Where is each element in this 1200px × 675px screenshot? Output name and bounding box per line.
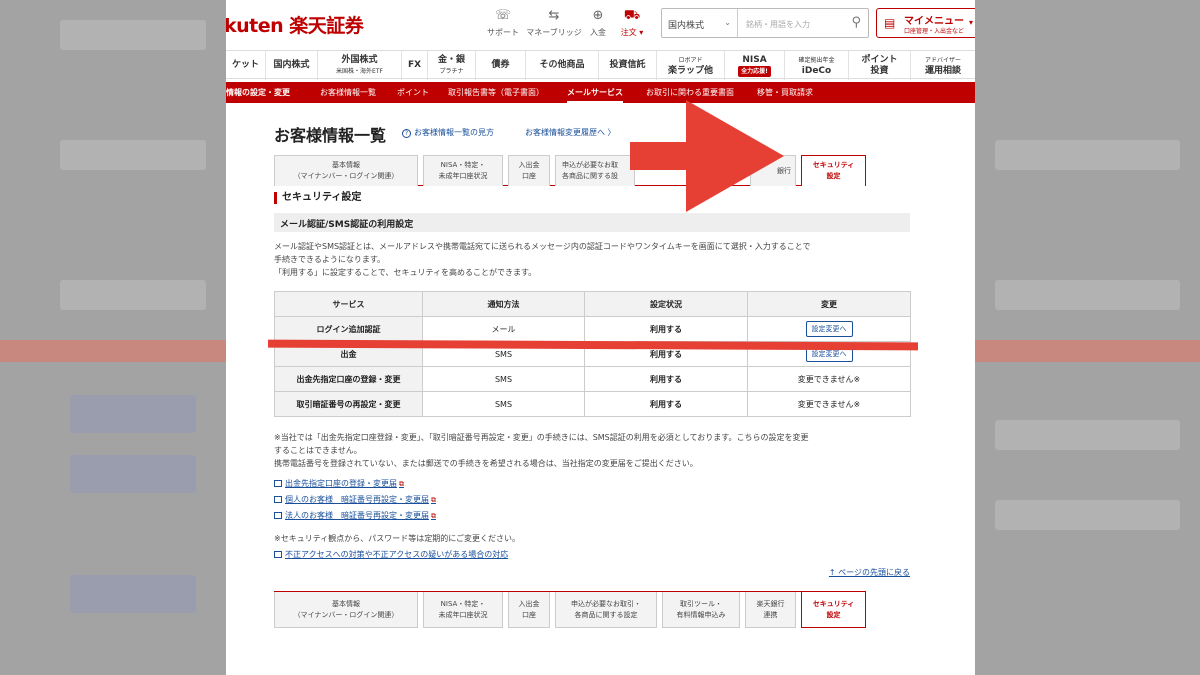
nav-item-ideco[interactable]: 確定拠出年金 iDeCo [785, 51, 849, 80]
col-header-method: 通知方法 [422, 291, 585, 317]
subnav-item-settings[interactable]: 情報の設定・変更 [226, 82, 290, 103]
cart-icon: ⛟ [623, 8, 641, 23]
sms-notes: ※当社では「出金先指定口座登録・変更」、「取引暗証番号再設定・変更」の手続きには… [274, 433, 809, 468]
service-cell: 出金先指定口座の登録・変更 [274, 366, 423, 392]
site-header: kuten 楽天証券 ☏ サポート ⇆ マネーブリッジ ⊕ 入金 ⛟ 注文 ▾ … [226, 0, 975, 44]
col-header-service: サービス [274, 291, 423, 317]
chevron-down-icon: ▾ [968, 18, 973, 27]
nav-item-robo-advisor[interactable]: ロボアド 楽ラップ他 [657, 51, 725, 80]
external-link-icon: ⧉ [431, 512, 436, 520]
status-cell: 利用する [584, 366, 748, 392]
tab-rakuten-bank[interactable]: 楽天銀行 連携 [745, 592, 796, 628]
external-link-icon: ⧉ [431, 496, 436, 504]
nav-item-investment-trusts[interactable]: 投資信託 [599, 51, 657, 80]
my-menu-button[interactable]: ▤ マイメニュー 口座管理・入出金など ▾ [876, 8, 975, 38]
table-header-row: サービス 通知方法 設定状況 変更 [274, 291, 911, 317]
unauthorized-access-link-wrap: 不正アクセスへの対策や不正アクセスの疑いがある場合の対応 [274, 549, 508, 560]
method-cell: メール [422, 316, 585, 342]
document-icon [274, 480, 282, 487]
change-cell: 変更できません※ [747, 391, 911, 417]
search-category-select[interactable]: 国内株式 ⌄ [662, 9, 738, 37]
help-link[interactable]: ? お客様情報一覧の見方 [402, 127, 494, 138]
rakuten-logo[interactable]: kuten 楽天証券 [226, 11, 364, 38]
subnav-item-mail-service[interactable]: メールサービス [567, 82, 623, 103]
link-unauthorized-access[interactable]: 不正アクセスへの対策や不正アクセスの疑いがある場合の対応 [274, 549, 508, 560]
form-links: 出金先指定口座の登録・変更届 ⧉ 個人のお客様 暗証番号再設定・変更届 ⧉ 法人のお… [274, 476, 436, 524]
status-cell: 利用する [584, 316, 748, 342]
change-cell: 変更できません※ [747, 366, 911, 392]
table-row: 取引暗証番号の再設定・変更 SMS 利用する 変更できません※ [274, 391, 911, 417]
tab-deposit-account[interactable]: 入出金 口座 [508, 592, 550, 628]
document-icon: ▤ [884, 16, 896, 30]
web-page: kuten 楽天証券 ☏ サポート ⇆ マネーブリッジ ⊕ 入金 ⛟ 注文 ▾ … [226, 0, 975, 675]
annotation-arrow-icon [630, 100, 784, 212]
blurred-backdrop-left [0, 0, 226, 675]
tab-application-settings[interactable]: 申込が必要なお取引・ 各商品に関する設定 [555, 592, 657, 628]
nav-item-bonds[interactable]: 債券 [476, 51, 526, 80]
document-icon [274, 512, 282, 519]
tab-security[interactable]: セキュリティ 設定 [801, 592, 866, 628]
search-icon[interactable]: ⚲ [851, 15, 861, 30]
tab-application-settings[interactable]: 申込が必要なお取 各商品に関する設 [555, 155, 635, 186]
tab-trading-tools[interactable]: 取引ツール・ 有料情報申込み [662, 592, 740, 628]
link-individual-pin-form[interactable]: 個人のお客様 暗証番号再設定・変更届 ⧉ [274, 492, 436, 508]
col-header-status: 設定状況 [584, 291, 748, 317]
change-settings-button[interactable]: 設定変更へ [805, 321, 853, 337]
main-nav: ケット 国内株式 外国株式 米国株・海外ETF FX 金・銀 プラチナ 債券 その他… [226, 50, 975, 80]
document-icon [274, 496, 282, 503]
tabs-bottom: 基本情報 （マイナンバー・ログイン関連） NISA・特定・ 未成年口座状況 入出金口… [274, 591, 866, 628]
tab-security[interactable]: セキュリティ 設定 [801, 155, 866, 186]
nav-item-gold[interactable]: 金・銀 プラチナ [428, 51, 476, 80]
subsection-heading: メール認証/SMS認証の利用設定 [274, 213, 910, 232]
page-title: お客様情報一覧 [274, 126, 387, 145]
link-corporate-pin-form[interactable]: 法人のお客様 暗証番号再設定・変更届 ⧉ [274, 508, 436, 524]
section-description: メール認証やSMS認証とは、メールアドレスや携帯電話宛てに送られるメッセージ内の… [274, 242, 811, 277]
tab-basic-info[interactable]: 基本情報 （マイナンバー・ログイン関連） [274, 155, 418, 186]
section-heading: セキュリティ設定 [274, 192, 361, 204]
back-to-top-link[interactable]: ↑ ページの先頭に戻る [829, 567, 910, 578]
password-note: ※セキュリティ観点から、パスワード等は定期的にご変更ください。 [274, 534, 521, 543]
blurred-backdrop-right [975, 0, 1200, 675]
auth-settings-table: サービス 通知方法 設定状況 変更 ログイン追加認証 メール 利用する 設定変更… [274, 291, 911, 417]
chevron-down-icon: ⌄ [724, 18, 731, 27]
sub-nav: 情報の設定・変更 お客様情報一覧 ポイント 取引報告書等（電子書面） メールサー… [226, 82, 975, 103]
order-button[interactable]: ⛟ 注文 ▾ [600, 8, 664, 38]
nav-item-foreign-stocks[interactable]: 外国株式 米国株・海外ETF [318, 51, 402, 80]
tab-deposit-account[interactable]: 入出金 口座 [508, 155, 550, 186]
external-link-icon: ⧉ [399, 480, 404, 488]
link-withdrawal-account-form[interactable]: 出金先指定口座の登録・変更届 ⧉ [274, 476, 436, 492]
tab-basic-info[interactable]: 基本情報 （マイナンバー・ログイン関連） [274, 592, 418, 628]
nav-item-fx[interactable]: FX [402, 51, 428, 80]
subnav-item-reports[interactable]: 取引報告書等（電子書面） [448, 82, 544, 103]
search-box: 国内株式 ⌄ 銘柄・用語を入力 ⚲ [661, 8, 869, 38]
change-cell: 設定変更へ [747, 316, 911, 342]
tab-nisa[interactable]: NISA・特定・ 未成年口座状況 [423, 155, 503, 186]
nav-item-other-products[interactable]: その他商品 [526, 51, 599, 80]
status-cell: 利用する [584, 391, 748, 417]
nav-item-nisa[interactable]: NISA 全力応援! [725, 51, 785, 80]
document-icon [274, 551, 282, 558]
subnav-item-points[interactable]: ポイント [397, 82, 429, 103]
history-link[interactable]: お客様情報変更履歴へ 〉 [525, 127, 616, 138]
subnav-item-customer-info[interactable]: お客様情報一覧 [320, 82, 376, 103]
service-cell: ログイン追加認証 [274, 316, 423, 342]
table-row: 出金先指定口座の登録・変更 SMS 利用する 変更できません※ [274, 366, 911, 392]
search-input[interactable]: 銘柄・用語を入力 [746, 19, 810, 30]
question-icon: ? [402, 129, 411, 138]
table-row: ログイン追加認証 メール 利用する 設定変更へ [274, 316, 911, 342]
service-cell: 取引暗証番号の再設定・変更 [274, 391, 423, 417]
tab-nisa[interactable]: NISA・特定・ 未成年口座状況 [423, 592, 503, 628]
method-cell: SMS [422, 366, 585, 392]
nav-item-domestic-stocks[interactable]: 国内株式 [266, 51, 318, 80]
nav-item-market[interactable]: ケット [226, 51, 266, 80]
nav-item-advisor[interactable]: アドバイザー 運用相談 [911, 51, 975, 80]
method-cell: SMS [422, 391, 585, 417]
nav-item-points[interactable]: ポイント 投資 [849, 51, 911, 80]
col-header-change: 変更 [747, 291, 911, 317]
